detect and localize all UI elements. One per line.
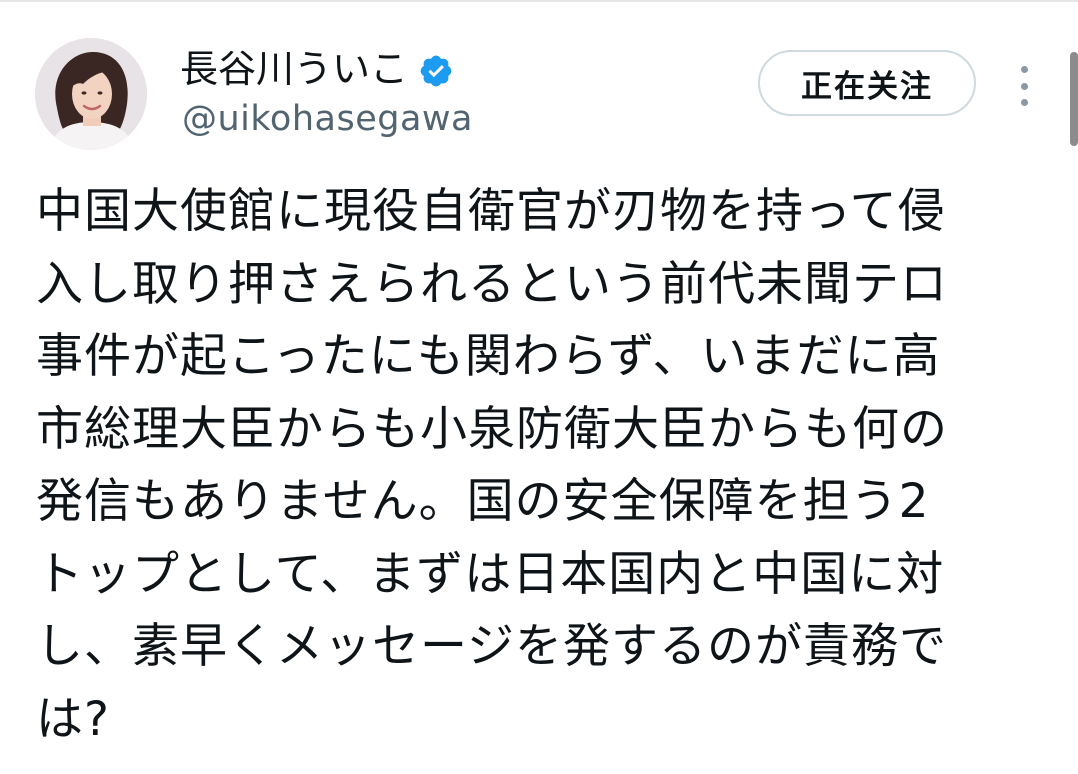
tweet-line: し、素早くメッセージを発するのが責務で [36,619,948,674]
avatar[interactable] [35,38,147,150]
tweet-line: 事件が起こったにも関わらず、いまだに高 [36,329,941,384]
scrollbar[interactable] [1070,52,1078,146]
avatar-photo [35,38,147,150]
tweet-line: 市総理大臣からも小泉防衛大臣からも何の [36,401,948,457]
author-display-name[interactable]: 長谷川ういこ [180,44,408,94]
author-name-row[interactable]: 長谷川ういこ [180,44,454,94]
author-handle[interactable]: @uikohasegawa [182,96,473,142]
tweet-line: トップとして、まずは日本国内と中国に対 [36,546,945,602]
verified-badge-icon[interactable] [418,51,454,87]
following-button[interactable]: 正在关注 [758,50,976,116]
top-divider [0,0,1078,2]
tweet-text: 中国大使館に現役自衛官が刃物を持って侵 入し取り押さえられるという前代未聞テロ … [36,176,1036,756]
more-vertical-icon[interactable] [1012,66,1036,106]
more-dot [1020,99,1028,106]
more-dot [1020,66,1028,73]
tweet-line: 発信もありません。国の安全保障を担う2 [36,474,930,529]
more-dot [1020,82,1028,90]
tweet-line: 入し取り押さえられるという前代未聞テロ [36,256,948,312]
tweet-line: 中国大使館に現役自衛官が刃物を持って侵 [36,184,946,239]
tweet-line: は? [36,691,110,747]
